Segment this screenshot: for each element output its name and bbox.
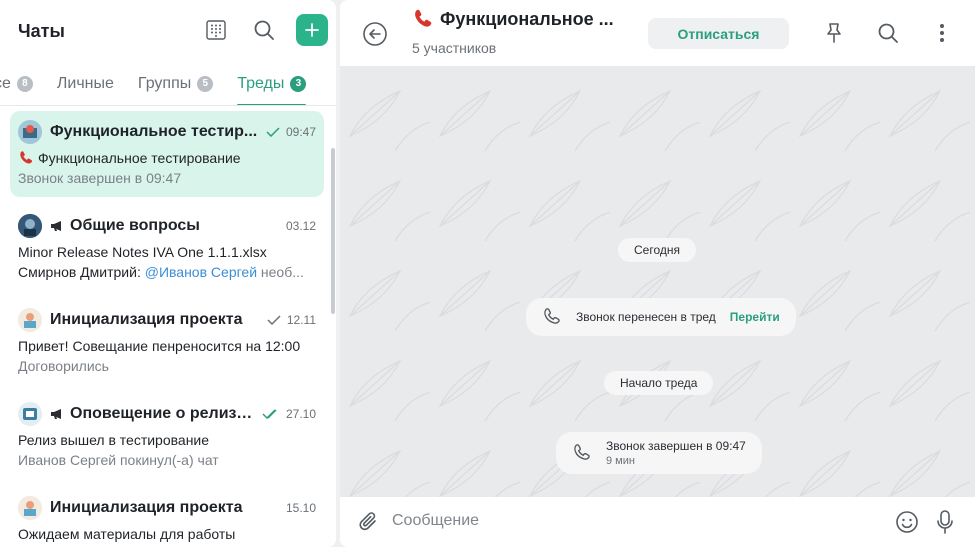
chat-list-panel: Чаты се 8 Личные Груп bbox=[0, 0, 336, 547]
back-button[interactable] bbox=[362, 21, 388, 47]
phone-outline-icon bbox=[574, 444, 590, 460]
new-chat-button[interactable] bbox=[296, 14, 328, 46]
call-ended-text: Звонок завершен в 09:47 bbox=[606, 439, 746, 453]
more-button[interactable] bbox=[931, 22, 953, 49]
chat-preview-line: Функциональное тестирование bbox=[38, 150, 241, 166]
megaphone-icon bbox=[51, 221, 61, 231]
attach-button[interactable] bbox=[358, 510, 380, 539]
phone-outline-icon bbox=[544, 308, 560, 324]
chat-time: 12.11 bbox=[286, 313, 316, 327]
check-icon bbox=[267, 315, 281, 325]
chat-list-header: Чаты bbox=[0, 0, 336, 62]
dialpad-icon bbox=[206, 20, 226, 40]
tab-count-badge: 5 bbox=[197, 75, 214, 92]
search-icon bbox=[254, 20, 274, 40]
search-icon bbox=[878, 23, 898, 43]
chat-preview-line: Привет! Совещание пенреносится на 12:00 bbox=[18, 338, 301, 354]
go-to-thread-link[interactable]: Перейти bbox=[730, 310, 780, 324]
chat-time: 03.12 bbox=[285, 219, 316, 233]
chat-list-title: Чаты bbox=[18, 20, 65, 41]
microphone-icon bbox=[937, 510, 953, 534]
avatar bbox=[18, 402, 42, 426]
megaphone-icon bbox=[51, 409, 61, 419]
chat-list-item[interactable]: Инициализация проекта 12.11 Привет! Сове… bbox=[10, 299, 324, 385]
participants-count[interactable]: 5 участников bbox=[412, 40, 496, 56]
preview-text: необ... bbox=[257, 264, 304, 280]
chat-time: 15.10 bbox=[285, 501, 316, 515]
call-duration: 9 мин bbox=[606, 455, 635, 467]
tab-groups[interactable]: Группы 5 bbox=[126, 62, 225, 105]
chat-panel: Функциональное ... 5 участников Отписать… bbox=[340, 0, 975, 547]
phone-icon bbox=[415, 9, 432, 27]
unsubscribe-button[interactable]: Отписаться bbox=[648, 18, 789, 49]
chat-name: Общие вопросы bbox=[70, 217, 200, 234]
chat-list-item[interactable]: Оповещение о релизах 27.10 Релиз вышел в… bbox=[10, 393, 324, 479]
date-separator: Сегодня bbox=[618, 238, 696, 262]
emoji-button[interactable] bbox=[895, 510, 919, 539]
search-in-chat-button[interactable] bbox=[877, 22, 899, 49]
call-moved-message: Звонок перенесен в тред Перейти bbox=[526, 298, 796, 336]
chat-time: 09:47 bbox=[285, 125, 316, 139]
more-vertical-icon bbox=[940, 24, 944, 42]
chat-preview-line: Minor Release Notes IVA One 1.1.1.xlsx bbox=[18, 244, 267, 260]
chat-name: Оповещение о релизах bbox=[70, 405, 254, 422]
avatar bbox=[18, 496, 42, 520]
chat-time: 27.10 bbox=[285, 407, 316, 421]
plus-icon bbox=[305, 23, 319, 37]
avatar bbox=[18, 308, 42, 332]
chat-list-scrollbar[interactable] bbox=[331, 148, 335, 314]
tab-count-badge: 8 bbox=[16, 75, 33, 92]
chat-list-item[interactable]: Инициализация проекта 15.10 Ожидаем мате… bbox=[10, 487, 324, 547]
sender-name: Смирнов Дмитрий: bbox=[18, 264, 145, 280]
tab-personal[interactable]: Личные bbox=[45, 62, 126, 105]
message-input[interactable]: Сообщение bbox=[392, 512, 479, 530]
thread-start-separator: Начало треда bbox=[604, 371, 714, 395]
chat-preview-secondary: Иванов Сергей покинул(-а) чат bbox=[18, 452, 219, 468]
chat-title: Функциональное ... bbox=[440, 8, 614, 29]
chat-preview-line: Ожидаем материалы для работы bbox=[18, 526, 236, 542]
chat-list: Функциональное тестир... 09:47 Функциона… bbox=[0, 107, 336, 547]
pin-button[interactable] bbox=[823, 22, 845, 49]
chat-name: Функциональное тестир... bbox=[50, 123, 258, 140]
tab-threads[interactable]: Треды 3 bbox=[225, 62, 318, 105]
message-composer: Сообщение bbox=[340, 497, 975, 547]
mention-link[interactable]: @Иванов Сергей bbox=[145, 264, 257, 280]
pin-icon bbox=[827, 23, 841, 43]
avatar bbox=[18, 214, 42, 238]
chat-header: Функциональное ... 5 участников Отписать… bbox=[340, 0, 975, 66]
tab-label: Личные bbox=[56, 74, 114, 92]
chat-name: Инициализация проекта bbox=[50, 499, 243, 516]
double-check-icon bbox=[262, 409, 277, 419]
voice-button[interactable] bbox=[935, 509, 955, 540]
tab-label: Треды bbox=[237, 74, 285, 92]
tab-label: Группы bbox=[137, 74, 192, 92]
avatar bbox=[18, 120, 42, 144]
phone-icon bbox=[20, 151, 33, 164]
chat-preview-secondary: Договорились bbox=[18, 358, 109, 374]
app: Чаты се 8 Личные Груп bbox=[0, 0, 975, 547]
chat-tabs: се 8 Личные Группы 5 Треды 3 bbox=[0, 62, 336, 106]
smiley-icon bbox=[896, 511, 918, 533]
tab-count-badge: 3 bbox=[290, 75, 307, 92]
search-button[interactable] bbox=[248, 14, 280, 46]
paperclip-icon bbox=[359, 512, 376, 531]
message-area: Сегодня Звонок перенесен в тред Перейти … bbox=[340, 66, 975, 497]
dialpad-button[interactable] bbox=[200, 14, 232, 46]
chat-preview-secondary: Звонок завершен в 09:47 bbox=[18, 170, 182, 186]
chat-preview-secondary: Смирнов Дмитрий: @Иванов Сергей необ... bbox=[18, 264, 316, 284]
call-ended-message: Звонок завершен в 09:47 9 мин bbox=[556, 432, 762, 474]
check-icon bbox=[266, 127, 280, 137]
tab-label: се bbox=[0, 74, 11, 92]
chat-name: Инициализация проекта bbox=[50, 311, 243, 328]
chat-preview-line: Релиз вышел в тестирование bbox=[18, 432, 210, 448]
back-arrow-icon bbox=[363, 22, 387, 46]
chat-list-item[interactable]: Функциональное тестир... 09:47 Функциона… bbox=[10, 111, 324, 197]
call-moved-text: Звонок перенесен в тред bbox=[576, 310, 716, 324]
tab-all[interactable]: се 8 bbox=[0, 62, 45, 105]
chat-list-item[interactable]: Общие вопросы 03.12 Minor Release Notes … bbox=[10, 205, 324, 291]
